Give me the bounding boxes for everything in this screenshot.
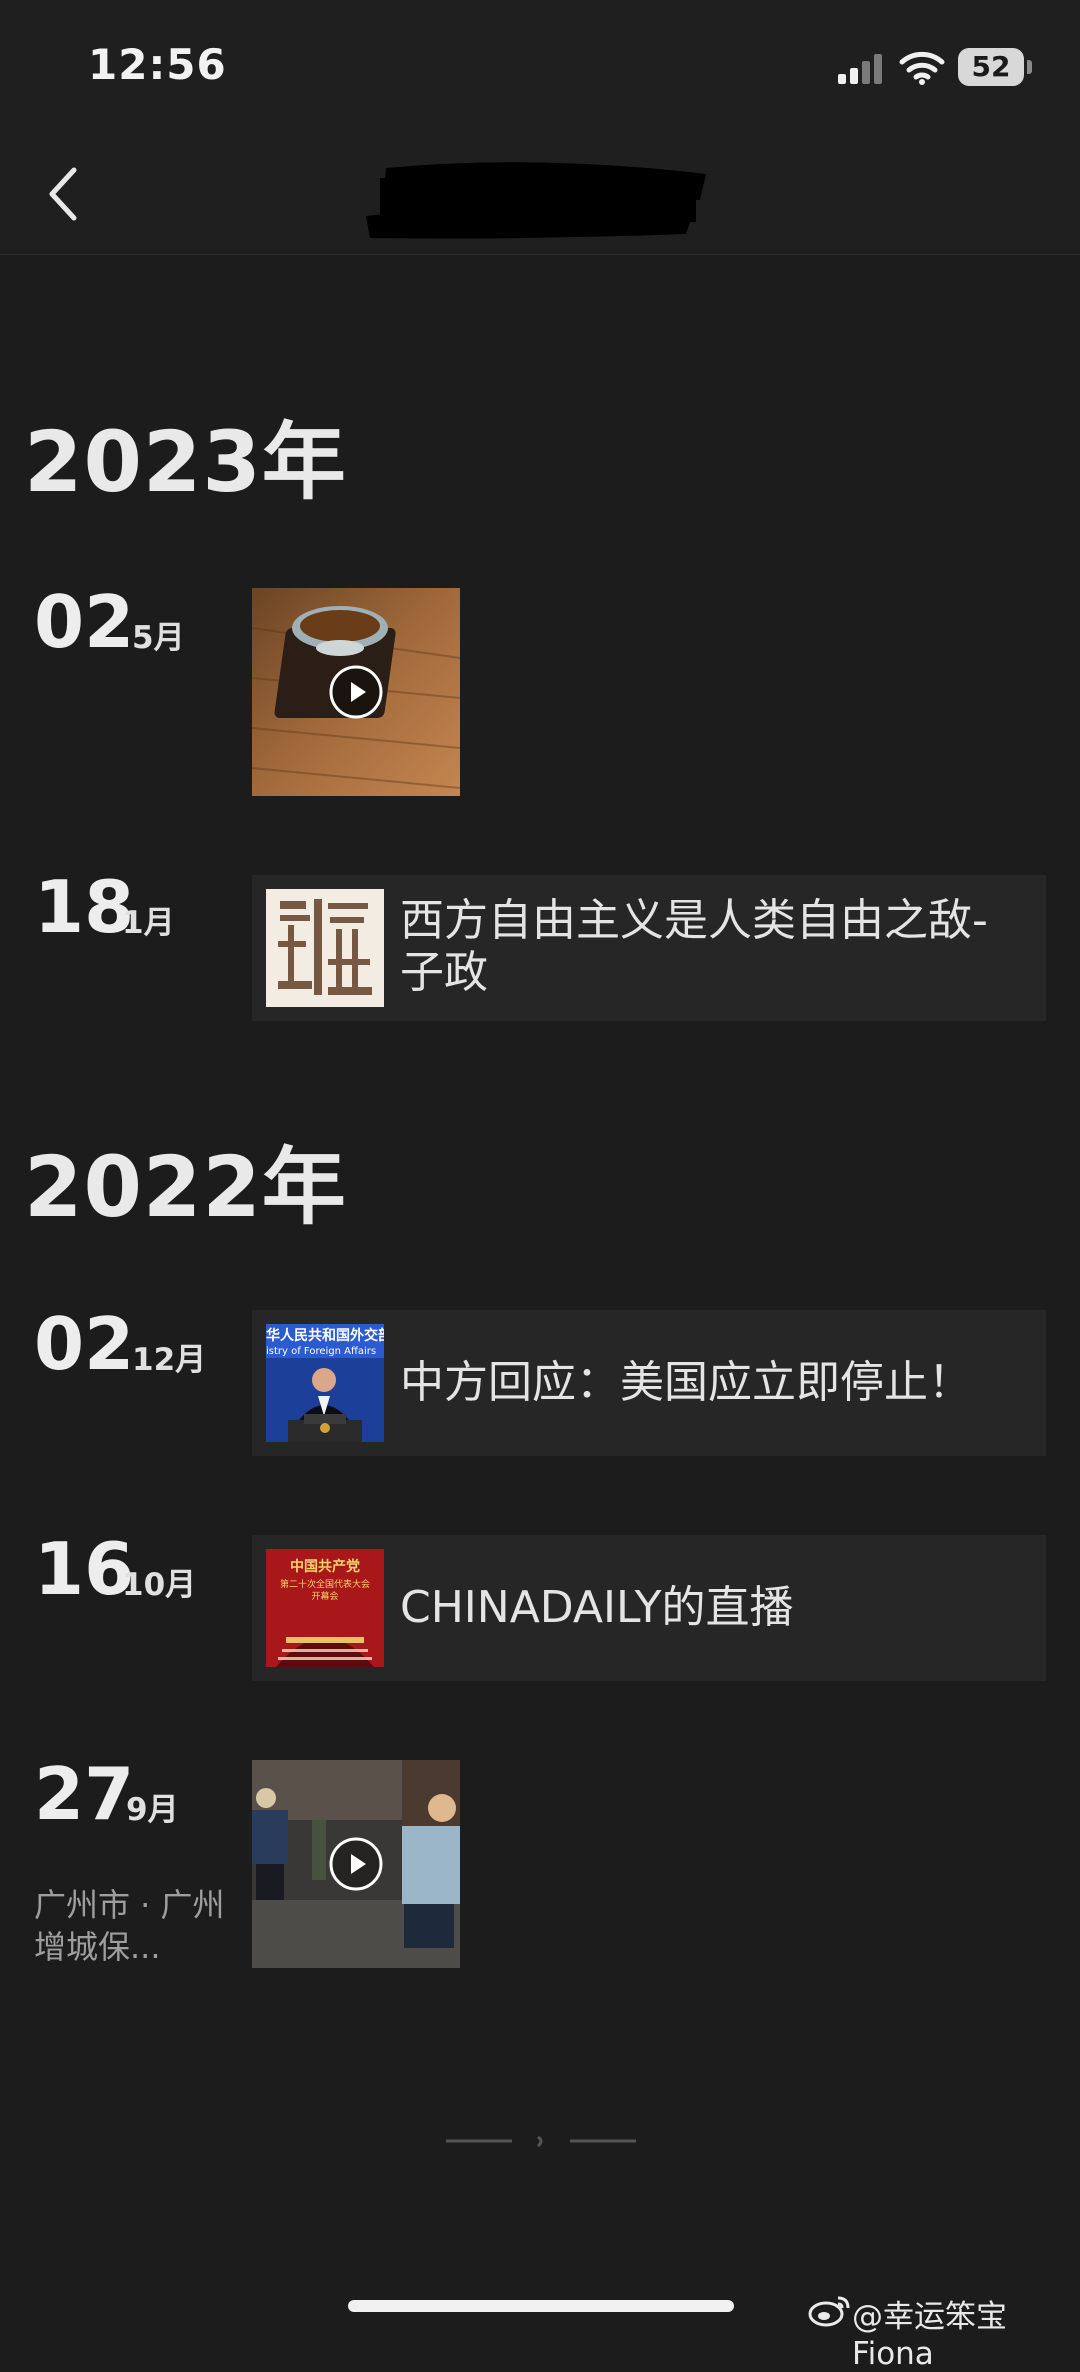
post-month: 12月 xyxy=(132,1342,207,1378)
wifi-icon xyxy=(899,51,945,85)
year-heading-2023: 2023年 xyxy=(24,413,347,511)
home-indicator[interactable] xyxy=(348,2300,734,2312)
status-bar: 12:56 52 xyxy=(0,0,1080,130)
battery-level: 52 xyxy=(971,50,1011,83)
press-banner-text: 华人民共和国外交部 xyxy=(266,1327,384,1344)
article-card[interactable]: 中国共产党 第二十次全国代表大会 开幕会 CHINADAILY的直播 xyxy=(252,1535,1046,1681)
play-icon[interactable] xyxy=(328,664,384,720)
post-location: 广州市 · 广州增城保... xyxy=(34,1886,225,1966)
nav-bar xyxy=(0,130,1080,255)
post-month: 5月 xyxy=(132,620,185,656)
play-icon[interactable] xyxy=(328,1836,384,1892)
article-title: 西方自由主义是人类自由之敌-子政 xyxy=(400,895,988,998)
cpc-line2: 第二十次全国代表大会 xyxy=(280,1578,370,1590)
chevron-left-icon xyxy=(49,167,77,221)
post-month: 10月 xyxy=(122,1567,197,1603)
post-day: 16 xyxy=(34,1527,135,1611)
back-button[interactable] xyxy=(30,154,102,234)
article-card[interactable]: 华人民共和国外交部 istry of Foreign Affairs 中方回应：… xyxy=(252,1310,1046,1456)
battery-nub xyxy=(1027,60,1032,74)
congress-thumbnail: 中国共产党 第二十次全国代表大会 开幕会 xyxy=(266,1549,384,1667)
cpc-line1: 中国共产党 xyxy=(290,1558,360,1575)
battery-icon: 52 xyxy=(958,48,1024,86)
cpc-line3: 开幕会 xyxy=(311,1590,338,1602)
post-day: 18 xyxy=(34,865,135,949)
weibo-icon xyxy=(808,2296,850,2327)
year-heading-2022: 2022年 xyxy=(24,1138,347,1236)
video-thumbnail[interactable] xyxy=(252,588,460,796)
article-title: CHINADAILY的直播 xyxy=(400,1582,794,1633)
press-conference-thumbnail: 华人民共和国外交部 istry of Foreign Affairs xyxy=(266,1324,384,1442)
article-card[interactable]: 西方自由主义是人类自由之敌-子政 xyxy=(252,875,1046,1021)
post-day: 02 xyxy=(34,580,135,664)
press-banner-en: istry of Foreign Affairs xyxy=(266,1346,376,1357)
title-redaction xyxy=(366,162,706,239)
watermark: @幸运笨宝Fiona xyxy=(852,2299,1007,2372)
post-day: 02 xyxy=(34,1302,135,1386)
post-month: 9月 xyxy=(126,1792,179,1828)
post-month: 1月 xyxy=(122,905,175,941)
seal-thumbnail xyxy=(266,889,384,1007)
end-of-list-marker xyxy=(446,2135,636,2148)
signal-icon xyxy=(838,54,882,84)
status-time: 12:56 xyxy=(88,40,227,89)
article-title: 中方回应：美国应立即停止！ xyxy=(400,1357,972,1408)
post-day: 27 xyxy=(34,1752,135,1836)
video-thumbnail[interactable] xyxy=(252,1760,460,1968)
